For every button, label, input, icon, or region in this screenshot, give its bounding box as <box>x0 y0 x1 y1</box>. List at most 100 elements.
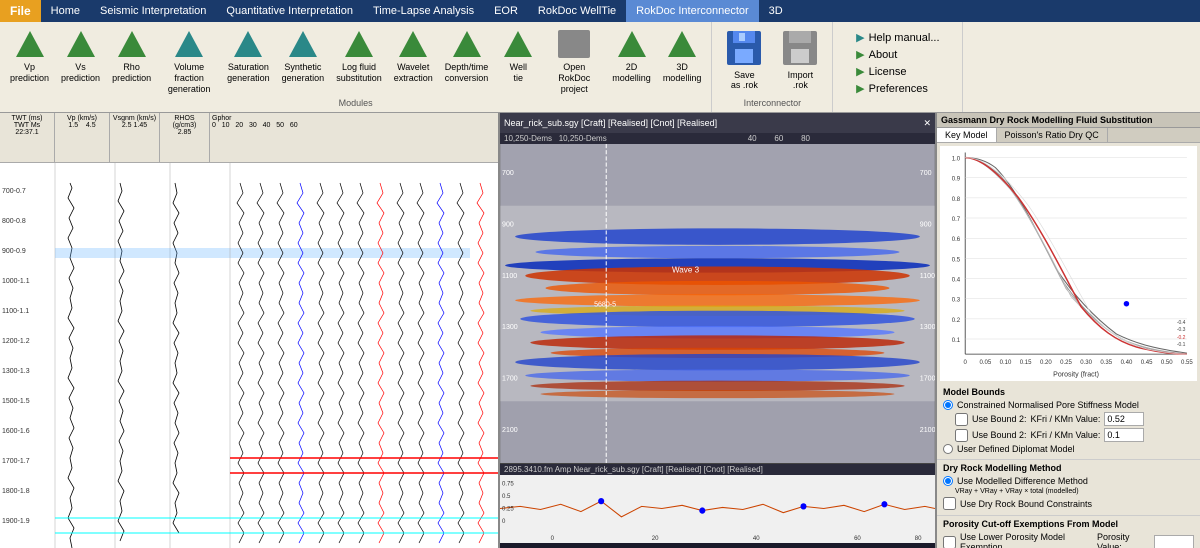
preferences-icon: ▶ <box>856 82 864 95</box>
amplitude-panel[interactable]: 2895.3410.fm Amp Near_rick_sub.sgy [Craf… <box>500 463 935 548</box>
lower-porosity-value-label: Porosity Value: <box>1097 532 1150 548</box>
svg-text:0.45: 0.45 <box>1141 361 1153 367</box>
bound2-row-2: Use Bound 2: KFri / KMn Value: <box>943 428 1194 442</box>
tab-poisson[interactable]: Poisson's Ratio Dry QC <box>997 128 1108 142</box>
svg-text:0.9: 0.9 <box>952 177 961 183</box>
lower-porosity-value[interactable] <box>1154 535 1194 548</box>
3dmod-btn[interactable]: 3D modelling <box>659 26 706 86</box>
use-bound2-cb1[interactable] <box>955 413 968 426</box>
2dmod-label: 2D modelling <box>612 62 651 84</box>
dry-rock-bound-label: Use Dry Rock Bound Constraints <box>960 499 1092 509</box>
2dmod-btn[interactable]: 2D modelling <box>608 26 655 86</box>
vs-label: Vs prediction <box>61 62 100 84</box>
vs-icon <box>65 28 97 60</box>
menu-3d[interactable]: 3D <box>759 0 793 22</box>
seismic-panel[interactable]: Near_rick_sub.sgy [Craft] [Realised] [Cn… <box>500 113 935 548</box>
gassmann-title: Gassmann Dry Rock Modelling Fluid Substi… <box>937 113 1200 128</box>
close-icon[interactable]: ✕ <box>923 118 931 129</box>
import-icon <box>780 28 820 68</box>
import-label: Import .rok <box>788 70 814 90</box>
tab-key-model[interactable]: Key Model <box>937 128 997 142</box>
vp-prediction-btn[interactable]: Vp prediction <box>6 26 53 86</box>
svg-text:1100-1.1: 1100-1.1 <box>2 308 29 315</box>
depth-btn[interactable]: Depth/time conversion <box>441 26 493 86</box>
preferences-label: Preferences <box>869 83 928 95</box>
help-manual-label: Help manual... <box>869 32 940 44</box>
vray-row: VRay + VRay + VRay × total (modelled) <box>943 488 1194 495</box>
use-bound2-cb2[interactable] <box>955 429 968 442</box>
use-modelled-radio[interactable] <box>943 476 953 486</box>
satgen-btn[interactable]: Saturation generation <box>223 26 274 86</box>
menu-timelapse[interactable]: Time-Lapse Analysis <box>363 0 484 22</box>
file-menu[interactable]: File <box>0 0 41 22</box>
synth-header: Gphor0 10 20 30 40 50 60 <box>210 113 498 162</box>
well-log-panel: TWT (ms)TWT Ms22:37.1 Vp (km/s)1.5 4.5 V… <box>0 113 500 548</box>
svg-text:1300-1.3: 1300-1.3 <box>2 368 30 375</box>
svg-text:-0.4: -0.4 <box>1177 320 1186 326</box>
porosity-svg: Dry To Fluid Fluid To Dry 1.0 0.9 0.8 0.… <box>940 146 1197 381</box>
rho-icon <box>116 28 148 60</box>
svg-text:1700: 1700 <box>920 375 935 383</box>
about-label: About <box>869 49 898 61</box>
seismic-main[interactable]: 700 900 1100 1300 1700 2100 700 900 1100… <box>500 144 935 463</box>
svg-text:0.25: 0.25 <box>1060 361 1072 367</box>
amplitude-svg: 0.75 0.5 0.25 0 0 20 40 60 <box>500 475 935 543</box>
svg-text:0.5: 0.5 <box>502 493 511 500</box>
welltie-btn[interactable]: Well tie <box>496 26 540 86</box>
preferences-btn[interactable]: ▶ Preferences <box>852 81 943 96</box>
modules-label: Modules <box>339 96 373 108</box>
vs-prediction-btn[interactable]: Vs prediction <box>57 26 104 86</box>
svg-text:1300: 1300 <box>502 324 518 332</box>
menu-quant[interactable]: Quantitative Interpretation <box>216 0 363 22</box>
svg-text:0.8: 0.8 <box>952 197 961 203</box>
vp-icon <box>14 28 46 60</box>
model-controls: Model Bounds Constrained Normalised Pore… <box>937 384 1200 548</box>
svg-text:0.3: 0.3 <box>952 298 961 304</box>
svg-text:0.50: 0.50 <box>1161 361 1173 367</box>
kfkm-value2[interactable] <box>1104 428 1144 442</box>
menu-bar: File Home Seismic Interpretation Quantit… <box>0 0 1200 22</box>
synth-btn[interactable]: Synthetic generation <box>278 26 329 86</box>
save-btn[interactable]: Save as .rok <box>718 26 770 92</box>
log-content[interactable]: 700-0.7 800-0.8 900-0.9 1000-1.1 1100-1.… <box>0 163 498 548</box>
constrained-label: Constrained Normalised Pore Stiffness Mo… <box>957 400 1139 410</box>
lower-porosity-cb[interactable] <box>943 536 956 548</box>
help-icon: ▶ <box>856 31 864 44</box>
help-manual-btn[interactable]: ▶ Help manual... <box>852 30 943 45</box>
satgen-label: Saturation generation <box>227 62 270 84</box>
seismic-coords: 10,250-Dems 10,250-Dems 40 60 80 <box>500 133 935 144</box>
svg-text:1100: 1100 <box>920 272 935 280</box>
import-btn[interactable]: Import .rok <box>774 26 826 92</box>
svg-text:1700-1.7: 1700-1.7 <box>2 458 30 465</box>
ribbon: Vp prediction Vs prediction <box>0 22 1200 113</box>
dry-rock-bound-cb[interactable] <box>943 497 956 510</box>
svg-text:Wave 3: Wave 3 <box>672 266 700 275</box>
kfkm-value1[interactable] <box>1104 412 1144 426</box>
porosity-cutoff-title: Porosity Cut-off Exemptions From Model <box>943 519 1194 529</box>
wavelet-btn[interactable]: Wavelet extraction <box>390 26 437 86</box>
tabs-row: Key Model Poisson's Ratio Dry QC <box>937 128 1200 143</box>
volfrac-btn[interactable]: Volume fraction generation <box>159 26 219 96</box>
vp-header: Vp (km/s)1.5 4.5 <box>55 113 110 162</box>
svg-text:0.55: 0.55 <box>1181 361 1193 367</box>
vray-label: VRay + VRay + VRay × total (modelled) <box>955 488 1079 495</box>
log-svg: 700-0.7 800-0.8 900-0.9 1000-1.1 1100-1.… <box>0 163 498 548</box>
svg-text:0.5: 0.5 <box>952 258 961 264</box>
menu-eor[interactable]: EOR <box>484 0 528 22</box>
about-btn[interactable]: ▶ About <box>852 47 943 62</box>
logfluid-btn[interactable]: Log fluid substitution <box>332 26 386 86</box>
user-defined-radio[interactable] <box>943 444 953 454</box>
license-btn[interactable]: ▶ License <box>852 64 943 79</box>
about-icon: ▶ <box>856 48 864 61</box>
menu-home[interactable]: Home <box>41 0 90 22</box>
welltie-icon <box>502 28 534 60</box>
rho-prediction-btn[interactable]: Rho prediction <box>108 26 155 86</box>
menu-interconnector[interactable]: RokDoc Interconnector <box>626 0 759 22</box>
constrained-row: Constrained Normalised Pore Stiffness Mo… <box>943 400 1194 410</box>
constrained-radio[interactable] <box>943 400 953 410</box>
ribbon-items: Vp prediction Vs prediction <box>6 26 705 96</box>
menu-welltie[interactable]: RokDoc WellTie <box>528 0 626 22</box>
openrok-btn[interactable]: Open RokDoc project <box>544 26 604 96</box>
menu-seismic[interactable]: Seismic Interpretation <box>90 0 216 22</box>
svg-text:800-0.8: 800-0.8 <box>2 218 26 225</box>
